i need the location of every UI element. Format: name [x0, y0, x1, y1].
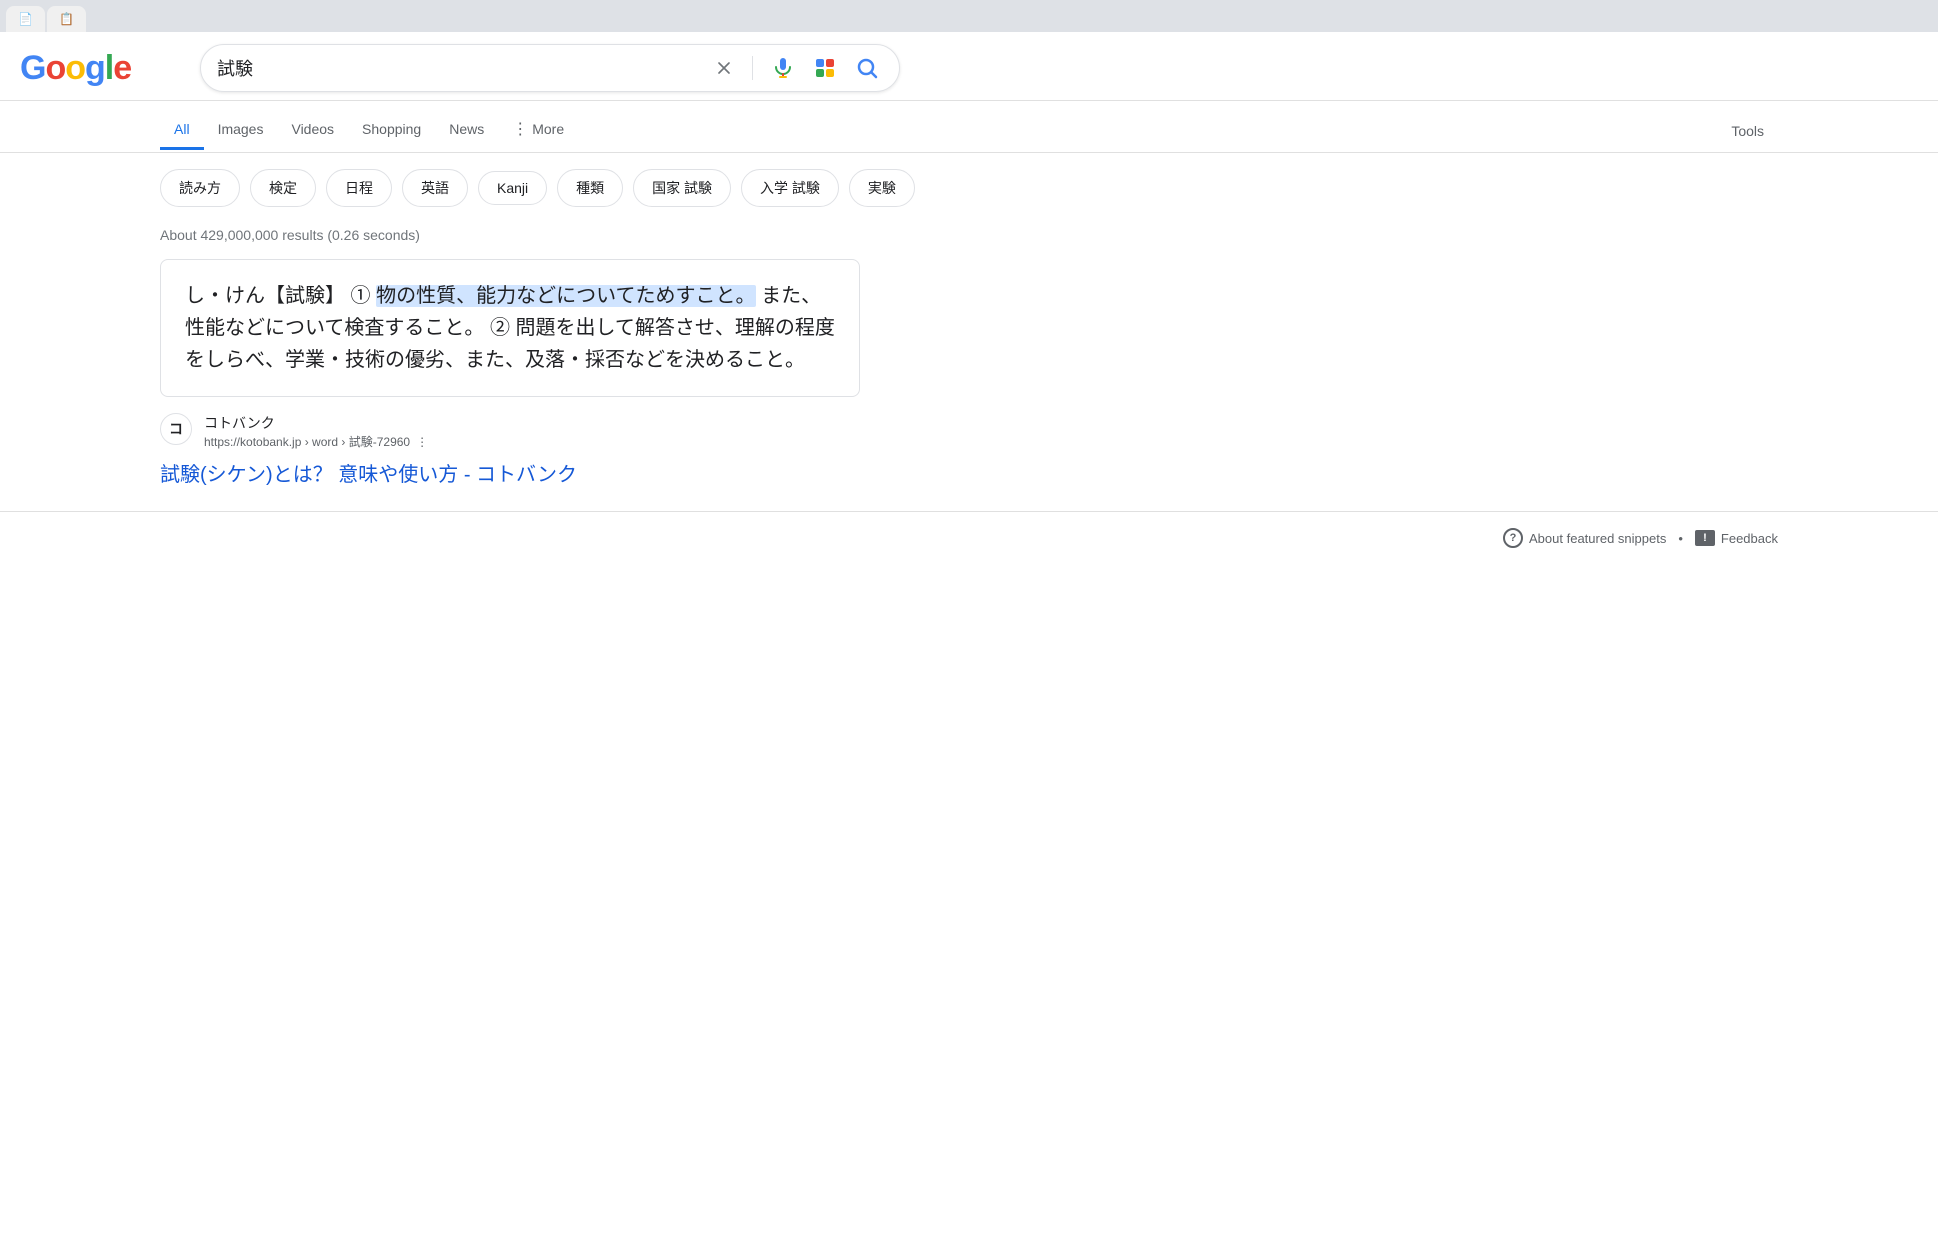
tab-icon-2: 📋	[59, 12, 74, 26]
search-bar-wrapper	[200, 44, 900, 92]
tab-all[interactable]: All	[160, 111, 204, 150]
tab-news[interactable]: News	[435, 111, 498, 150]
snippet-footer: ? About featured snippets • ! Feedback	[0, 511, 1938, 564]
result-link[interactable]: 試験(シケン)とは？ 意味や使い方 - コトバンク	[160, 458, 860, 487]
chip-eigo[interactable]: 英語	[402, 169, 468, 207]
tab-more[interactable]: ⋮ More	[498, 109, 578, 152]
chip-kanji[interactable]: Kanji	[478, 171, 547, 205]
logo-o1: o	[45, 49, 65, 88]
logo-g2: g	[85, 49, 105, 88]
header: G o o g l e	[0, 32, 1938, 101]
browser-tab-1[interactable]: 📄	[6, 6, 45, 32]
chip-kokka-shiken[interactable]: 国家 試験	[633, 169, 731, 207]
chips-area: 読み方 検定 日程 英語 Kanji 種類 国家 試験 入学 試験 実験	[0, 153, 1938, 223]
results-info: About 429,000,000 results (0.26 seconds)	[0, 223, 1938, 259]
results-count-text: About 429,000,000 results (0.26 seconds)	[160, 227, 420, 243]
chip-kentei[interactable]: 検定	[250, 169, 316, 207]
source-row: コ コトバンク https://kotobank.jp › word › 試験-…	[160, 413, 860, 450]
chip-yomikata[interactable]: 読み方	[160, 169, 240, 207]
tab-images[interactable]: Images	[204, 111, 278, 150]
search-bar	[200, 44, 900, 92]
snippet-text-before: し・けん【試験】 ①	[185, 285, 376, 307]
chip-nyugaku-shiken[interactable]: 入学 試験	[741, 169, 839, 207]
search-divider	[752, 56, 753, 80]
about-snippets-item[interactable]: ? About featured snippets	[1503, 528, 1666, 548]
chip-jikken[interactable]: 実験	[849, 169, 915, 207]
clear-button[interactable]	[710, 54, 738, 82]
tab-tools[interactable]: Tools	[1717, 113, 1778, 149]
feedback-label: Feedback	[1721, 531, 1778, 546]
source-info: コトバンク https://kotobank.jp › word › 試験-72…	[204, 413, 428, 450]
lens-button[interactable]	[809, 52, 841, 84]
nav-tabs: All Images Videos Shopping News ⋮ More T…	[0, 101, 1938, 153]
tab-icon-1: 📄	[18, 12, 33, 26]
favicon-text: コ	[169, 419, 183, 439]
feedback-icon: !	[1695, 530, 1715, 546]
voice-search-button[interactable]	[767, 52, 799, 84]
footer-dot-separator: •	[1678, 531, 1683, 546]
tab-videos[interactable]: Videos	[277, 111, 348, 150]
google-logo[interactable]: G o o g l e	[20, 49, 131, 88]
snippet-highlight: 物の性質、能力などについてためすこと。	[376, 285, 755, 307]
logo-e: e	[113, 49, 131, 88]
logo-l: l	[105, 49, 113, 88]
chip-shurui[interactable]: 種類	[557, 169, 623, 207]
logo-area: G o o g l e	[20, 49, 180, 88]
source-more-button[interactable]: ⋮	[416, 435, 428, 449]
snippet-text: し・けん【試験】 ① 物の性質、能力などについてためすこと。 また、性能などにつ…	[185, 280, 835, 376]
browser-tab-2[interactable]: 📋	[47, 6, 86, 32]
logo-g1: G	[20, 49, 45, 88]
source-favicon: コ	[160, 413, 192, 445]
search-input[interactable]	[217, 58, 700, 79]
source-url-text[interactable]: https://kotobank.jp › word › 試験-72960	[204, 433, 410, 450]
search-button[interactable]	[851, 52, 883, 84]
more-dots-icon: ⋮	[512, 119, 528, 139]
tab-shopping[interactable]: Shopping	[348, 111, 435, 150]
browser-tabs: 📄 📋	[0, 0, 1938, 32]
logo-o2: o	[65, 49, 85, 88]
source-url-row: https://kotobank.jp › word › 試験-72960 ⋮	[204, 433, 428, 450]
source-name: コトバンク	[204, 413, 428, 433]
about-snippets-label: About featured snippets	[1529, 531, 1666, 546]
featured-snippet: し・けん【試験】 ① 物の性質、能力などについてためすこと。 また、性能などにつ…	[160, 259, 860, 397]
feedback-item[interactable]: ! Feedback	[1695, 530, 1778, 546]
chip-nittei[interactable]: 日程	[326, 169, 392, 207]
question-circle-icon: ?	[1503, 528, 1523, 548]
